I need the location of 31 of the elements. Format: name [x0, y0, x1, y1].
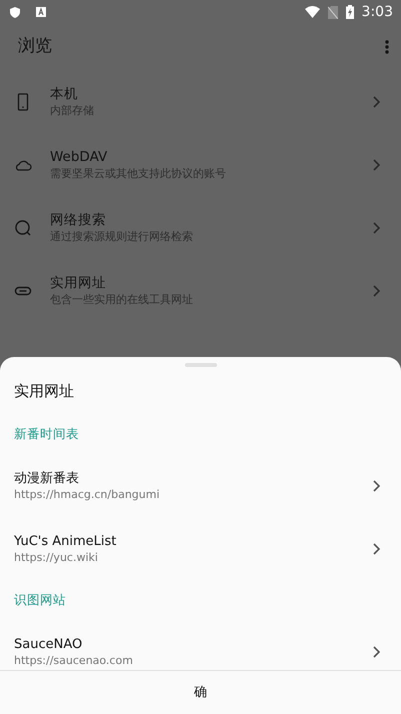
section-header: 新番时间表	[14, 424, 79, 443]
keyboard-notification-icon	[36, 7, 46, 17]
chevron-right-icon	[371, 158, 381, 172]
battery-charging-icon	[346, 5, 354, 19]
item-title: WebDAV	[50, 148, 108, 166]
link-url: https://hmacg.cn/bangumi	[14, 486, 161, 502]
chevron-right-icon	[371, 284, 381, 298]
link-url: https://yuc.wiki	[14, 550, 99, 564]
item-title: 本机	[50, 86, 79, 102]
item-title: 网络搜索	[50, 212, 107, 228]
link-title: YuC's AnimeList	[14, 532, 118, 550]
link-title: 动漫新番表	[14, 470, 80, 486]
search-icon	[14, 218, 32, 236]
shield-icon	[10, 6, 20, 18]
more-options-icon[interactable]	[385, 40, 389, 54]
wifi-icon	[304, 6, 320, 18]
item-title: 实用网址	[50, 274, 107, 292]
link-title: SauceNAO	[14, 636, 84, 652]
chevron-right-icon	[371, 478, 381, 492]
link-item[interactable]: YuC's AnimeList https://yuc.wiki	[0, 517, 401, 580]
chevron-right-icon	[371, 542, 381, 556]
chevron-right-icon	[371, 94, 381, 108]
section-header: 识图网站	[14, 590, 66, 609]
clock-time: 3:03	[362, 2, 393, 22]
page-title: 浏览	[18, 35, 52, 58]
chevron-right-icon	[371, 220, 381, 234]
link-item[interactable]: 动漫新番表 https://hmacg.cn/bangumi	[0, 454, 401, 517]
sheet-title: 实用网址	[14, 382, 74, 400]
link-url: https://saucenao.com	[14, 652, 134, 668]
no-sim-icon	[328, 6, 338, 18]
chevron-right-icon	[371, 644, 381, 658]
